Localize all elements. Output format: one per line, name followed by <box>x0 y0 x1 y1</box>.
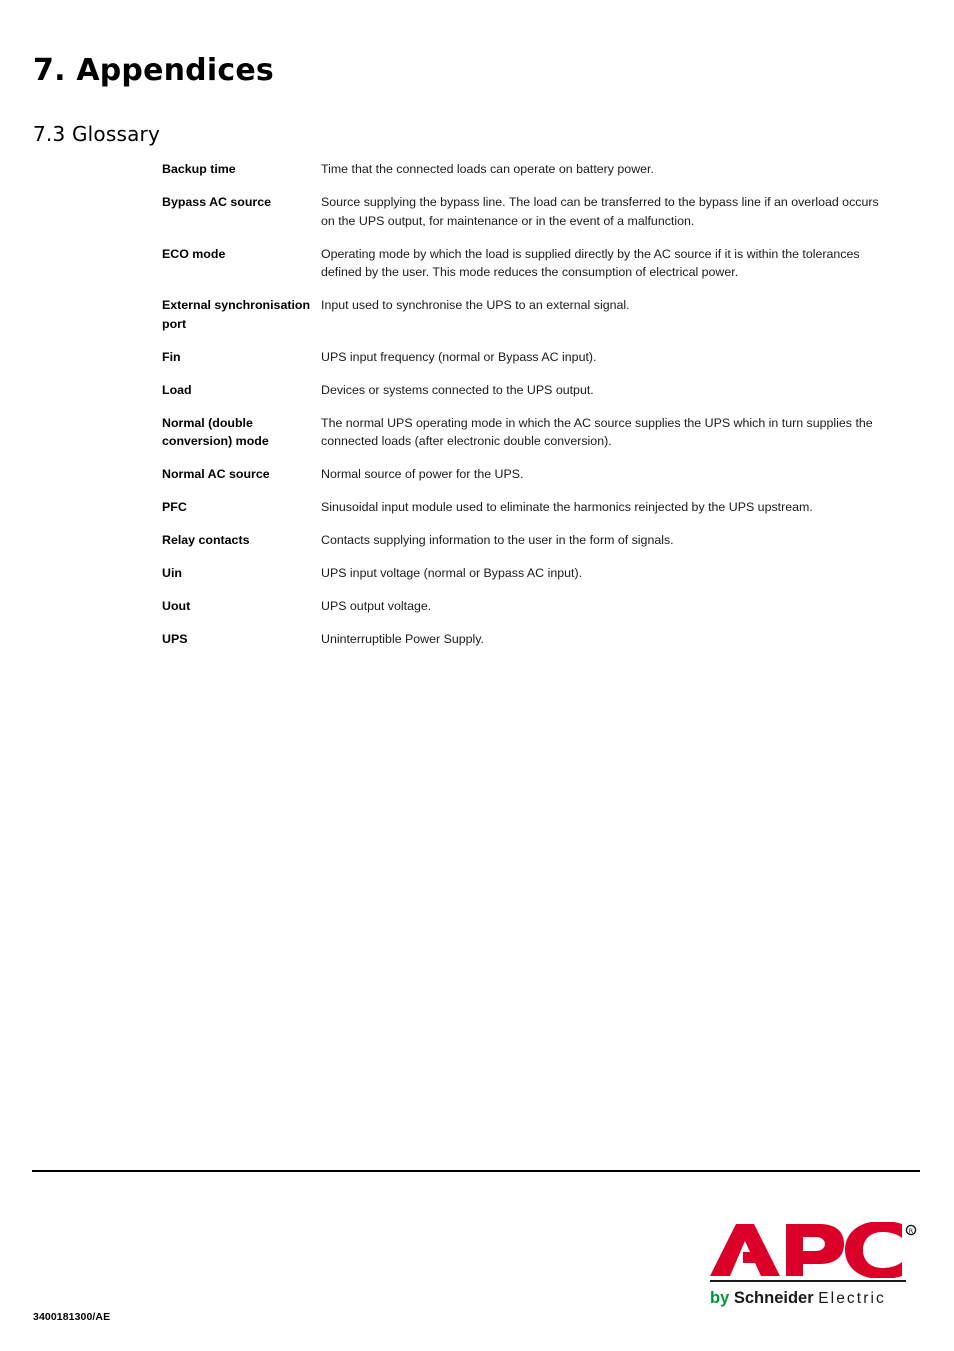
glossary-definition: Sinusoidal input module used to eliminat… <box>321 500 813 515</box>
logo-schneider-text: Schneider <box>733 1289 814 1307</box>
glossary-definition: UPS output voltage. <box>321 598 432 613</box>
logo-tagline: by Schneider Electric <box>710 1290 921 1307</box>
glossary-row: Backup time Time that the connected loads… <box>162 160 880 179</box>
glossary-definition: Source supplying the bypass line. The lo… <box>321 194 879 228</box>
glossary-definition: Input used to synchronise the UPS to an … <box>321 298 630 313</box>
glossary-row: Uin UPS input voltage (normal or Bypass A… <box>162 564 880 583</box>
apc-wordmark-icon: R <box>706 1222 921 1278</box>
logo-by-text: by <box>710 1289 730 1307</box>
logo-electric-text: Electric <box>818 1290 886 1307</box>
glossary-term: ECO mode <box>162 246 226 261</box>
glossary-definition: The normal UPS operating mode in which t… <box>321 415 873 449</box>
glossary-term: Relay contacts <box>162 532 250 547</box>
glossary-term: External synchronisation port <box>162 298 311 332</box>
glossary-definition: Operating mode by which the load is supp… <box>321 246 860 280</box>
glossary-row: Uout UPS output voltage. <box>162 597 880 616</box>
svg-text:R: R <box>909 1227 914 1235</box>
glossary-row: Load Devices or systems connected to the … <box>162 381 880 400</box>
glossary-term: Normal (double conversion) mode <box>162 415 269 449</box>
glossary-term: Uin <box>162 565 182 580</box>
apc-schneider-logo: R by Schneider Electric <box>706 1222 921 1307</box>
glossary-definition: Devices or systems connected to the UPS … <box>321 382 594 397</box>
glossary-term: Fin <box>162 349 181 364</box>
glossary-term: Backup time <box>162 162 236 176</box>
glossary-term: UPS <box>162 631 188 646</box>
glossary-row: Relay contacts Contacts supplying informa… <box>162 531 880 550</box>
glossary-row: Fin UPS input frequency (normal or Bypass… <box>162 348 880 367</box>
glossary-row: External synchronisation port Input used … <box>162 296 880 334</box>
glossary-term: Load <box>162 382 192 397</box>
section-heading: 7.3 Glossary <box>33 121 161 146</box>
glossary-definition: UPS input voltage (normal or Bypass AC i… <box>321 565 583 580</box>
glossary-term: PFC <box>162 500 187 515</box>
glossary-term: Bypass AC source <box>162 194 272 209</box>
page-title: 7. Appendices <box>33 53 274 89</box>
glossary-term: Uout <box>162 598 191 613</box>
glossary-row: UPS Uninterruptible Power Supply. <box>162 630 880 649</box>
footer-divider <box>32 1170 920 1172</box>
glossary-definition: Uninterruptible Power Supply. <box>321 631 484 646</box>
glossary-term: Normal AC source <box>162 467 270 482</box>
glossary-definition: Normal source of power for the UPS. <box>321 467 524 482</box>
glossary-row: PFC Sinusoidal input module used to elimi… <box>162 498 880 517</box>
document-number: 3400181300/AE <box>33 1311 111 1323</box>
glossary-row: ECO mode Operating mode by which the load… <box>162 245 880 283</box>
glossary-definition: UPS input frequency (normal or Bypass AC… <box>321 349 597 364</box>
glossary-row: Normal AC source Normal source of power f… <box>162 465 880 484</box>
glossary-row: Normal (double conversion) mode The norma… <box>162 414 880 452</box>
glossary-row: Bypass AC source Source supplying the byp… <box>162 193 880 231</box>
document-page: 7. Appendices 7.3 Glossary Backup time Ti… <box>0 0 954 1351</box>
logo-divider <box>710 1280 906 1282</box>
glossary-definition: Time that the connected loads can operat… <box>321 162 654 176</box>
glossary-definition: Contacts supplying information to the us… <box>321 532 674 547</box>
glossary-table: Backup time Time that the connected loads… <box>162 160 880 662</box>
